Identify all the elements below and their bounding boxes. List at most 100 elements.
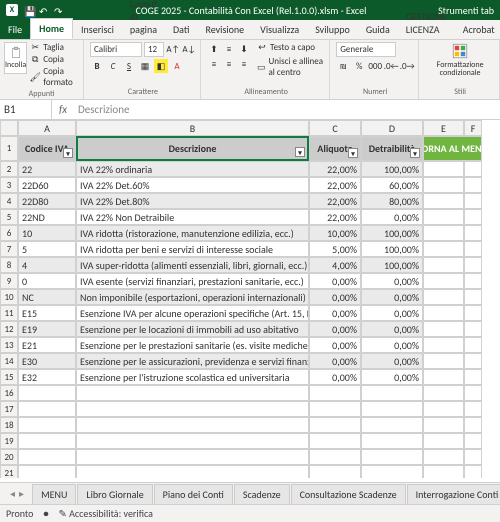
cell[interactable] [464,337,482,353]
cell[interactable]: 100,00% [361,257,423,273]
cell[interactable]: E21 [18,337,76,353]
row-header[interactable]: 14 [0,353,18,369]
cell[interactable]: 0,00% [361,289,423,305]
accessibility-check[interactable]: ✎ Accessibilità: verifica [58,507,152,520]
cell[interactable] [423,417,464,433]
undo-icon[interactable]: ↶ [39,5,49,15]
cell[interactable] [423,321,464,337]
cell[interactable]: 0,00% [361,337,423,353]
row-header[interactable]: 5 [0,209,18,225]
cell[interactable]: IVA super-ridotta (alimenti essenziali, … [76,257,309,273]
cell[interactable] [76,385,309,401]
cell[interactable]: 80,00% [361,193,423,209]
number-format-select[interactable]: Generale [336,42,396,57]
cell[interactable] [18,449,76,465]
cell[interactable] [309,449,361,465]
row-header[interactable]: 9 [0,273,18,289]
cell[interactable] [423,369,464,385]
cell[interactable]: IVA 22% ordinaria [76,161,309,177]
col-header[interactable]: D [361,120,423,136]
row-header[interactable]: 16 [0,385,18,401]
cell[interactable] [464,401,482,417]
table-header-c[interactable]: Aliquota▾ [309,136,361,161]
cell[interactable] [464,433,482,449]
cell[interactable]: 60,00% [361,177,423,193]
cell[interactable] [464,257,482,273]
cell[interactable] [464,161,482,177]
row-header[interactable]: 4 [0,193,18,209]
col-header[interactable]: F [464,120,482,136]
cell[interactable]: 0,00% [361,209,423,225]
cell[interactable] [464,369,482,385]
ribbon-tab-file[interactable]: File [0,20,30,39]
row-header[interactable]: 7 [0,241,18,257]
tab-nav-prev-icon[interactable]: ▸ [19,487,24,500]
percent-icon[interactable]: % [352,59,366,73]
ribbon-tab-sviluppo[interactable]: Sviluppo [307,20,358,39]
cell[interactable] [361,465,423,478]
cell[interactable]: Esenzione per le prestazioni sanitarie (… [76,337,309,353]
col-header[interactable]: C [309,120,361,136]
fx-icon[interactable]: fx [52,103,74,116]
align-right-icon[interactable]: ≡ [237,57,251,71]
sheet-area[interactable]: ABCDEF1Codice IVA▾Descrizione▾Aliquota▾D… [0,120,500,478]
copy-button[interactable]: ⧉Copia [30,54,79,65]
row-header[interactable]: 2 [0,161,18,177]
row-header[interactable]: 10 [0,289,18,305]
cell[interactable] [464,417,482,433]
row-header[interactable]: 15 [0,369,18,385]
row-header[interactable]: 18 [0,417,18,433]
save-icon[interactable]: 💾 [24,5,34,15]
filter-dropdown-icon[interactable]: ▾ [410,148,420,158]
cell[interactable]: E30 [18,353,76,369]
cell[interactable] [423,241,464,257]
cell[interactable] [423,353,464,369]
underline-button[interactable]: S [122,59,136,73]
cell[interactable] [464,225,482,241]
row-header[interactable]: 13 [0,337,18,353]
cell[interactable] [76,449,309,465]
cell[interactable]: 10,00% [309,225,361,241]
cell[interactable] [423,337,464,353]
row-header[interactable]: 20 [0,449,18,465]
row-header[interactable]: 11 [0,305,18,321]
increase-font-icon[interactable]: A↑ [166,43,180,57]
cell[interactable] [309,385,361,401]
font-select[interactable]: Calibri [90,42,142,57]
dec-decimal-icon[interactable]: .0→ [400,59,414,73]
formula-input[interactable]: Descrizione [74,101,500,118]
cell[interactable]: 4 [18,257,76,273]
sheet-tab[interactable]: Piano dei Conti [154,484,233,504]
cell[interactable]: 100,00% [361,225,423,241]
cell[interactable]: 0,00% [309,289,361,305]
cell[interactable] [18,417,76,433]
font-color-button[interactable]: A [170,59,184,73]
cell[interactable]: 0,00% [361,305,423,321]
ribbon-tab-revisione[interactable]: Revisione [197,20,252,39]
cell[interactable]: NC [18,289,76,305]
cell[interactable]: 0,00% [361,353,423,369]
cell[interactable] [18,401,76,417]
filter-dropdown-icon[interactable]: ▾ [295,147,305,157]
cell[interactable]: 22D60 [18,177,76,193]
ribbon-tab-guida[interactable]: Guida [358,20,398,39]
cell[interactable]: E19 [18,321,76,337]
cell[interactable] [464,353,482,369]
align-top-icon[interactable]: ⬆ [207,42,221,56]
cell[interactable] [423,385,464,401]
col-header[interactable]: B [76,120,309,136]
border-button[interactable]: ▦ [138,59,152,73]
sheet-tab[interactable]: Interrogazione Conti [407,484,500,504]
row-header[interactable]: 17 [0,401,18,417]
row-header[interactable]: 21 [0,465,18,478]
cell[interactable] [309,417,361,433]
cell[interactable] [464,273,482,289]
ribbon-tab-dati[interactable]: Dati [165,20,197,39]
cell[interactable]: Esenzione per le locazioni di immobili a… [76,321,309,337]
sheet-tab[interactable]: Scadenze [234,484,290,504]
cell[interactable] [423,225,464,241]
cell[interactable]: 10 [18,225,76,241]
cell[interactable] [423,433,464,449]
cell[interactable]: 0,00% [309,369,361,385]
table-header-b[interactable]: Descrizione▾ [76,136,309,161]
